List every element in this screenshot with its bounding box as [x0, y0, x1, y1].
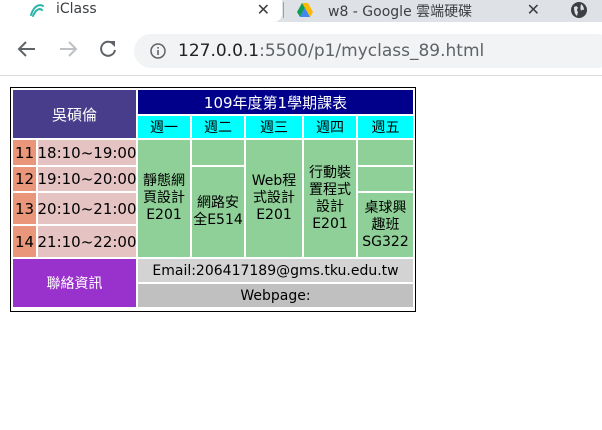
tab-title: w8 - Google 雲端硬碟 [328, 4, 473, 20]
forward-arrow-icon[interactable] [57, 38, 79, 60]
day-header-thu: 週四 [304, 116, 356, 138]
period-number: 12 [13, 167, 36, 191]
empty-slot [192, 140, 244, 165]
empty-slot [358, 167, 413, 191]
course-fri: 桌球興趣班SG322 [358, 193, 413, 257]
course-wed: Web程式設計E201 [246, 140, 302, 257]
browser-toolbar: 127.0.0.1:5500/p1/myclass_89.html [0, 22, 602, 76]
info-icon[interactable] [150, 43, 166, 59]
course-thu: 行動裝置程式設計E201 [304, 140, 356, 257]
globe-icon[interactable] [570, 1, 588, 19]
day-header-mon: 週一 [138, 116, 190, 138]
day-header-fri: 週五 [358, 116, 413, 138]
tab-title: iClass [56, 1, 97, 17]
reload-icon[interactable] [97, 38, 119, 60]
close-tab-icon[interactable]: ✕ [527, 0, 540, 19]
day-header-wed: 週三 [246, 116, 302, 138]
student-name: 吳碩倫 [13, 90, 136, 138]
close-tab-icon[interactable]: ✕ [257, 0, 270, 19]
iclass-favicon-icon [30, 4, 44, 17]
period-time: 19:10~20:00 [38, 167, 136, 191]
period-number: 13 [13, 193, 36, 224]
google-drive-icon [297, 3, 313, 17]
back-arrow-icon[interactable] [16, 38, 38, 60]
tab-iclass[interactable]: iClass ✕ [0, 0, 282, 22]
period-time: 18:10~19:00 [38, 140, 136, 165]
day-header-tue: 週二 [192, 116, 244, 138]
period-number: 14 [13, 226, 36, 257]
course-mon: 靜態網頁設計E201 [138, 140, 190, 257]
webpage-text[interactable]: Webpage: [138, 284, 413, 307]
empty-slot [358, 140, 413, 165]
email-text[interactable]: Email:206417189@gms.tku.edu.tw [138, 259, 413, 282]
tab-google-drive[interactable]: w8 - Google 雲端硬碟 ✕ [284, 0, 552, 22]
contact-label: 聯絡資訊 [13, 259, 136, 307]
period-time: 21:10~22:00 [38, 226, 136, 257]
course-tue: 網路安全E514 [192, 167, 244, 257]
tab-strip: iClass ✕ w8 - Google 雲端硬碟 ✕ [0, 0, 602, 22]
period-number: 11 [13, 140, 36, 165]
address-bar[interactable]: 127.0.0.1:5500/p1/myclass_89.html [134, 34, 602, 68]
schedule-table: 吳碩倫 109年度第1學期課表 週一 週二 週三 週四 週五 11 18:10~… [10, 87, 416, 312]
period-time: 20:10~21:00 [38, 193, 136, 224]
schedule-title: 109年度第1學期課表 [138, 90, 413, 114]
url-text[interactable]: 127.0.0.1:5500/p1/myclass_89.html [178, 41, 484, 61]
